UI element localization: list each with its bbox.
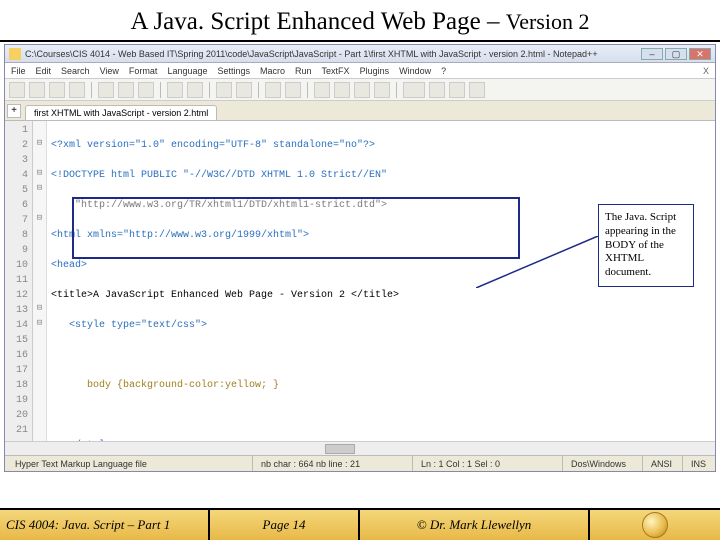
menu-search[interactable]: Search [61,66,90,76]
slide-title: A Java. Script Enhanced Web Page – Versi… [0,0,720,42]
menu-macro[interactable]: Macro [260,66,285,76]
code-line [51,408,715,423]
maximize-button[interactable]: ▢ [665,48,687,60]
footer-page: Page 14 [210,510,360,540]
toolbar-sep [209,82,210,98]
status-insert: INS [683,456,713,471]
copy-icon[interactable] [118,82,134,98]
toolbar-icon[interactable] [469,82,485,98]
file-tab[interactable]: first XHTML with JavaScript - version 2.… [25,105,217,120]
titlebar[interactable]: C:\Courses\CIS 4014 - Web Based IT\Sprin… [5,45,715,63]
toolbar-sep [307,82,308,98]
menu-plugins[interactable]: Plugins [360,66,390,76]
toolbar-sep [258,82,259,98]
slide-title-main: A Java. Script Enhanced Web Page – [131,8,506,35]
code-line: <html xmlns="http://www.w3.org/1999/xhtm… [51,230,309,241]
tabstrip: + first XHTML with JavaScript - version … [5,101,715,121]
fold-gutter: ⊟⊟⊟⊟⊟⊟ [33,121,47,441]
callout-text: The Java. Script appearing in the BODY o… [605,211,676,278]
code-line: body {background-color:yellow; } [51,380,279,391]
outdent-icon[interactable] [374,82,390,98]
new-tab-button[interactable]: + [7,104,21,118]
paste-icon[interactable] [138,82,154,98]
toolbar [5,79,715,101]
window-buttons: – ▢ ✕ [641,48,711,60]
window-title: C:\Courses\CIS 4014 - Web Based IT\Sprin… [25,49,598,59]
code-line: <style type="text/css"> [51,320,207,331]
code-line: <title>A JavaScript Enhanced Web Page - … [51,290,399,301]
close-doc-icon[interactable]: X [703,66,709,76]
menu-help[interactable]: ? [441,66,446,76]
statusbar: Hyper Text Markup Language file nb char … [5,455,715,471]
scrollbar-thumb[interactable] [325,444,355,454]
slide-title-sub: Version 2 [506,9,590,34]
save-all-icon[interactable] [69,82,85,98]
play-macro-icon[interactable] [429,82,445,98]
menu-textfx[interactable]: TextFX [322,66,350,76]
toolbar-sep [91,82,92,98]
menu-settings[interactable]: Settings [217,66,250,76]
record-macro-icon[interactable] [403,82,425,98]
menu-language[interactable]: Language [167,66,207,76]
new-file-icon[interactable] [9,82,25,98]
show-all-icon[interactable] [334,82,350,98]
footer-course: CIS 4004: Java. Script – Part 1 [0,510,210,540]
cut-icon[interactable] [98,82,114,98]
menu-format[interactable]: Format [129,66,158,76]
code-line: <head> [51,260,87,271]
code-line [51,348,715,363]
undo-icon[interactable] [167,82,183,98]
toolbar-sep [160,82,161,98]
horizontal-scrollbar[interactable] [5,441,715,455]
status-filetype: Hyper Text Markup Language file [7,456,253,471]
status-position: Ln : 1 Col : 1 Sel : 0 [413,456,563,471]
zoom-in-icon[interactable] [265,82,281,98]
footer-author: © Dr. Mark Llewellyn [360,510,590,540]
toolbar-sep [396,82,397,98]
status-eol: Dos\Windows [563,456,643,471]
menu-view[interactable]: View [100,66,119,76]
logo-icon [642,512,668,538]
minimize-button[interactable]: – [641,48,663,60]
open-file-icon[interactable] [29,82,45,98]
find-icon[interactable] [216,82,232,98]
callout-box: The Java. Script appearing in the BODY o… [598,204,694,287]
code-line: <?xml version="1.0" encoding="UTF-8" sta… [51,140,375,151]
status-encoding: ANSI [643,456,683,471]
replace-icon[interactable] [236,82,252,98]
toolbar-icon[interactable] [449,82,465,98]
redo-icon[interactable] [187,82,203,98]
close-button[interactable]: ✕ [689,48,711,60]
line-gutter: 123456789101112131415161718192021 [5,121,33,441]
wrap-icon[interactable] [314,82,330,98]
menu-edit[interactable]: Edit [36,66,52,76]
app-icon [9,48,21,60]
menu-window[interactable]: Window [399,66,431,76]
menubar: File Edit Search View Format Language Se… [5,63,715,79]
save-icon[interactable] [49,82,65,98]
indent-icon[interactable] [354,82,370,98]
footer-logo [590,512,720,538]
slide-footer: CIS 4004: Java. Script – Part 1 Page 14 … [0,508,720,540]
menu-run[interactable]: Run [295,66,312,76]
zoom-out-icon[interactable] [285,82,301,98]
menu-file[interactable]: File [11,66,26,76]
code-line: "http://www.w3.org/TR/xhtml1/DTD/xhtml1-… [51,200,387,211]
code-line: <!DOCTYPE html PUBLIC "-//W3C//DTD XHTML… [51,170,387,181]
status-chars: nb char : 664 nb line : 21 [253,456,413,471]
